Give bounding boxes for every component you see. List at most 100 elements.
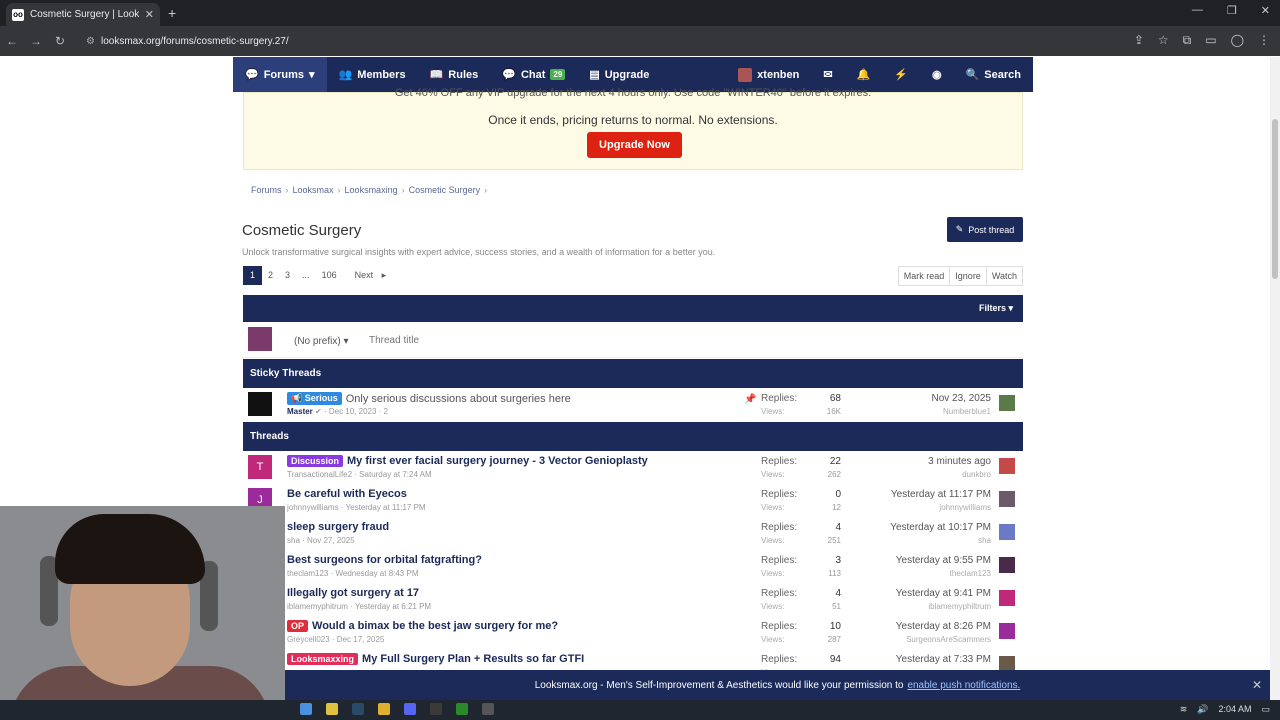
thread-row[interactable]: T Best surgeons for orbital fatgrafting?… xyxy=(243,551,1023,584)
last-user-avatar[interactable] xyxy=(999,395,1015,411)
last-post-time[interactable]: Yesterday at 10:17 PM xyxy=(890,522,991,533)
breadcrumb-looksmax[interactable]: Looksmax xyxy=(293,185,334,195)
chrome-icon[interactable] xyxy=(378,703,390,715)
thread-row[interactable]: S OPWould a bimax be the best jaw surger… xyxy=(243,617,1023,650)
last-post-user[interactable]: dunkbro xyxy=(962,470,991,479)
watch-button[interactable]: Watch xyxy=(985,267,1022,285)
page-scrollbar[interactable] xyxy=(1270,57,1280,700)
close-window-icon[interactable]: ✕ xyxy=(1261,4,1270,17)
last-post-time[interactable]: Yesterday at 11:17 PM xyxy=(891,489,991,500)
page-1[interactable]: 1 xyxy=(243,266,263,285)
steam-icon[interactable] xyxy=(352,703,364,715)
last-user-avatar[interactable] xyxy=(999,458,1015,474)
thread-title[interactable]: 📢 Serious Only serious discussions about … xyxy=(287,392,571,405)
last-post-time[interactable]: 3 minutes ago xyxy=(928,456,991,467)
close-tab-icon[interactable]: ✕ xyxy=(145,8,154,21)
obs-icon[interactable] xyxy=(482,703,494,715)
restore-icon[interactable]: ❐ xyxy=(1227,4,1237,17)
thread-title[interactable]: Be careful with Eyecos xyxy=(287,488,407,500)
page-3[interactable]: 3 xyxy=(279,266,296,285)
filters-button[interactable]: Filters ▾ xyxy=(979,303,1013,314)
scrollbar-thumb[interactable] xyxy=(1272,119,1278,279)
volume-icon[interactable]: 🔊 xyxy=(1197,704,1208,715)
thread-title[interactable]: Illegally got surgery at 17 xyxy=(287,587,419,599)
install-icon[interactable]: ⇪ xyxy=(1134,33,1144,48)
search-icon: 🔍 xyxy=(965,69,980,81)
last-post-user[interactable]: sha xyxy=(978,536,991,545)
last-post-user[interactable]: SurgeonsAreScammers xyxy=(906,635,991,644)
wifi-icon[interactable]: ≋ xyxy=(1180,704,1188,715)
xbox-icon[interactable] xyxy=(456,703,468,715)
page-2[interactable]: 2 xyxy=(262,266,279,285)
notification-icon[interactable]: ▭ xyxy=(1261,704,1270,715)
last-post-user[interactable]: iblamemyphiltrum xyxy=(928,602,991,611)
mark-read-button[interactable]: Mark read xyxy=(899,267,950,285)
breadcrumb-forums[interactable]: Forums xyxy=(251,185,282,195)
last-post-time[interactable]: Yesterday at 7:33 PM xyxy=(896,654,991,665)
last-user-avatar[interactable] xyxy=(999,524,1015,540)
page-next[interactable]: Next ▸ xyxy=(343,266,393,285)
page-ellipsis[interactable]: ... xyxy=(296,266,316,285)
profile-icon[interactable]: ◯ xyxy=(1231,33,1244,48)
last-user-avatar[interactable] xyxy=(999,557,1015,573)
avatar[interactable]: T xyxy=(248,455,272,479)
thread-row[interactable]: T Discussion My first ever facial surgery… xyxy=(243,452,1023,485)
tab-title: Cosmetic Surgery | Looksmax.o xyxy=(30,9,139,20)
thread-row[interactable]: Illegally got surgery at 17 iblamemyphit… xyxy=(243,584,1023,617)
bookmark-star-icon[interactable]: ☆ xyxy=(1158,33,1169,48)
menu-icon[interactable]: ⋮ xyxy=(1258,33,1270,48)
thread-row[interactable]: sleep surgery fraud sha · Nov 27, 2025 R… xyxy=(243,518,1023,551)
page-last[interactable]: 106 xyxy=(316,266,343,285)
last-post-time[interactable]: Nov 23, 2025 xyxy=(932,393,992,404)
thread-title[interactable]: OP Would a bimax be the best jaw surgery … xyxy=(287,620,558,632)
enable-push-link[interactable]: enable push notifications. xyxy=(907,680,1020,691)
sticky-thread-row[interactable]: 📢 Serious Only serious discussions about … xyxy=(243,389,1023,422)
last-user-avatar[interactable] xyxy=(999,590,1015,606)
close-icon[interactable]: ✕ xyxy=(1252,678,1262,692)
star-app-icon[interactable] xyxy=(326,703,338,715)
thread-title[interactable]: sleep surgery fraud xyxy=(287,521,389,533)
upgrade-now-button[interactable]: Upgrade Now xyxy=(587,132,682,158)
breadcrumb-cosmetic-surgery[interactable]: Cosmetic Surgery xyxy=(409,185,481,195)
new-tab-icon[interactable]: + xyxy=(168,5,176,21)
url-field[interactable]: ⚙ looksmax.org/forums/cosmetic-surgery.27… xyxy=(86,36,289,47)
system-tray: ≋ 🔊 2:04 AM ▭ xyxy=(1180,704,1270,715)
taskbar: ≋ 🔊 2:04 AM ▭ xyxy=(0,700,1280,720)
ignore-button[interactable]: Ignore xyxy=(949,267,986,285)
last-post-time[interactable]: Yesterday at 9:41 PM xyxy=(896,588,991,599)
thread-author[interactable]: Master xyxy=(287,407,313,416)
clock[interactable]: 2:04 AM xyxy=(1218,704,1251,715)
browser-tab[interactable]: oo Cosmetic Surgery | Looksmax.o ✕ xyxy=(6,3,160,26)
last-user-avatar[interactable] xyxy=(999,491,1015,507)
thread-title-text: sleep surgery fraud xyxy=(287,521,390,533)
thread-meta: TransactionalLife2 · Saturday at 7:24 AM xyxy=(287,470,432,479)
thread-row[interactable]: J Be careful with Eyecos johnnywilliams … xyxy=(243,485,1023,518)
sidepanel-icon[interactable]: ▭ xyxy=(1205,33,1216,48)
last-post-user[interactable]: theclam123 xyxy=(950,569,991,578)
reload-icon[interactable]: ↻ xyxy=(48,34,72,48)
nav-members-label: Members xyxy=(357,68,406,81)
last-post-time[interactable]: Yesterday at 8:26 PM xyxy=(896,621,991,632)
extensions-icon[interactable]: ⧉ xyxy=(1183,33,1192,48)
last-post-time[interactable]: Yesterday at 9:55 PM xyxy=(896,555,991,566)
back-icon[interactable]: ← xyxy=(0,34,24,48)
minimize-icon[interactable]: — xyxy=(1192,4,1203,17)
thread-title[interactable]: Looksmaxxing My Full Surgery Plan + Resul… xyxy=(287,653,584,665)
prefix-select[interactable]: (No prefix) ▾ xyxy=(294,336,349,347)
outlook-icon[interactable] xyxy=(300,703,312,715)
last-post-user[interactable]: johnnywilliams xyxy=(939,503,991,512)
thread-title[interactable]: Discussion My first ever facial surgery j… xyxy=(287,455,648,467)
thread-title[interactable]: Best surgeons for orbital fatgrafting? xyxy=(287,554,482,566)
last-user-avatar[interactable] xyxy=(999,623,1015,639)
last-post-user[interactable]: Numberblue1 xyxy=(943,407,991,416)
app-icon[interactable] xyxy=(430,703,442,715)
discord-icon[interactable] xyxy=(404,703,416,715)
forward-icon[interactable]: → xyxy=(24,34,48,48)
post-thread-button[interactable]: ✎ Post thread xyxy=(947,217,1023,242)
breadcrumb-looksmaxing[interactable]: Looksmaxing xyxy=(345,185,398,195)
thread-pages[interactable]: 2 xyxy=(384,407,388,416)
site-info-icon[interactable]: ⚙ xyxy=(86,36,95,47)
thread-meta: johnnywilliams · Yesterday at 11:17 PM xyxy=(287,503,426,512)
quick-thread: (No prefix) ▾ xyxy=(243,324,1023,358)
thread-title-input[interactable] xyxy=(363,328,1013,352)
